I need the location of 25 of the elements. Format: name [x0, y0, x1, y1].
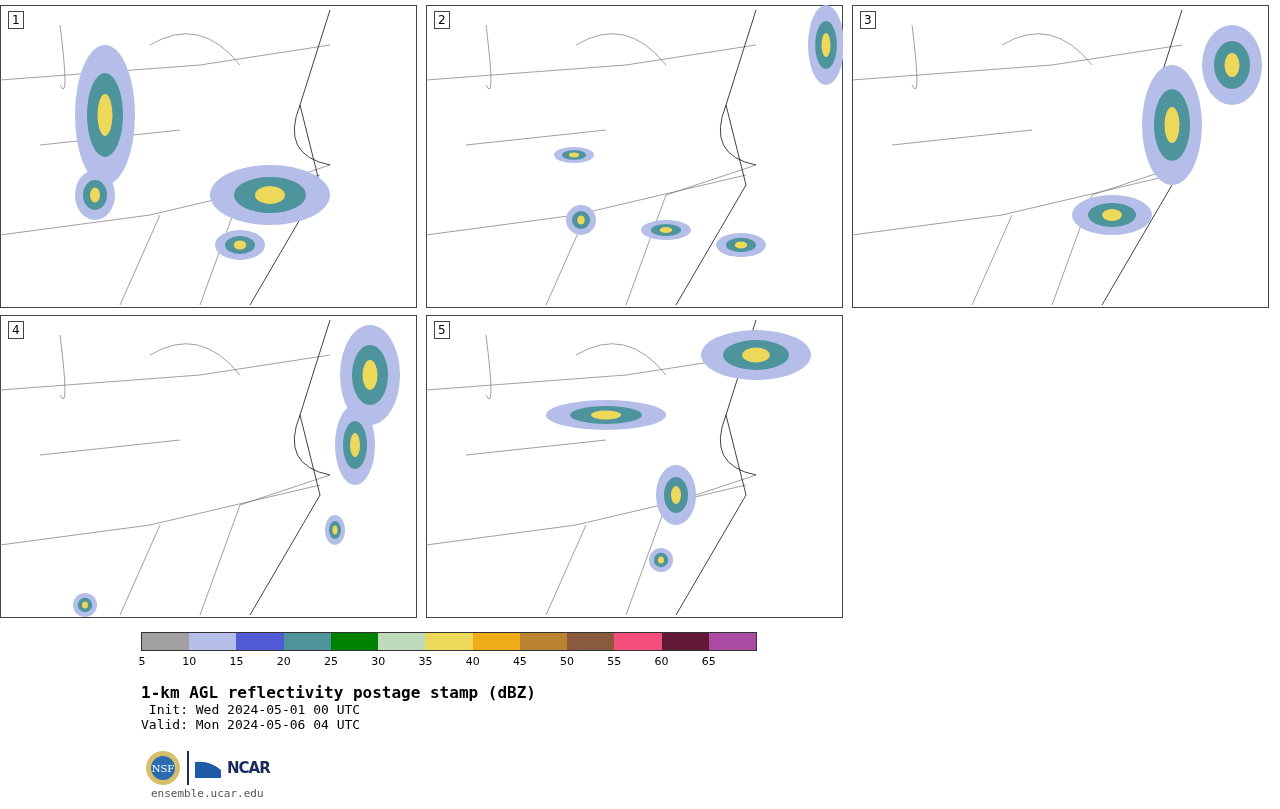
chart-title: 1-km AGL reflectivity postage stamp (dBZ) [141, 683, 537, 702]
tick-label: 45 [512, 655, 527, 668]
tick-label: 25 [323, 655, 338, 668]
tick-label: 55 [607, 655, 622, 668]
tick-label: 35 [418, 655, 433, 668]
panel-number: 1 [8, 11, 24, 29]
tick-label: 65 [701, 655, 716, 668]
tick-label: 15 [229, 655, 244, 668]
logo-wordmark: NCAR [227, 759, 270, 777]
valid-time: Valid: Mon 2024-05-06 04 UTC [141, 717, 362, 732]
panel-number: 3 [860, 11, 876, 29]
site-address: ensemble.ucar.edu [151, 787, 265, 800]
seal-logo: NSF [145, 750, 181, 786]
tick-label: 40 [465, 655, 480, 668]
tick-label: 10 [182, 655, 197, 668]
panel-number: 2 [434, 11, 450, 29]
tick-label: 5 [138, 655, 146, 668]
init-time: Init: Wed 2024-05-01 00 UTC [147, 702, 362, 717]
panel-number: 5 [434, 321, 450, 339]
panel-number: 4 [8, 321, 24, 339]
tick-label: 30 [371, 655, 386, 668]
divider-icon [187, 751, 189, 785]
tick-label: 50 [560, 655, 575, 668]
tick-label: 60 [654, 655, 669, 668]
tick-label: 20 [276, 655, 291, 668]
